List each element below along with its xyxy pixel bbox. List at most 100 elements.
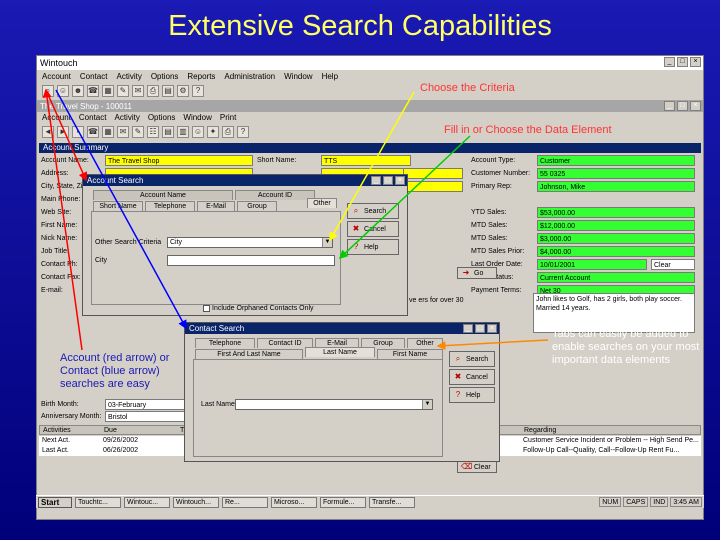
- group-icon[interactable]: ☷: [147, 125, 159, 138]
- tab-telephone[interactable]: Telephone: [195, 338, 255, 348]
- chart-icon[interactable]: ▥: [177, 125, 189, 138]
- taskbar-item[interactable]: Wintouch...: [173, 496, 219, 508]
- account-search-button[interactable]: ⌕ Search: [347, 203, 399, 219]
- phone-field-yellow[interactable]: [403, 168, 463, 179]
- tab-first-name[interactable]: First Name: [377, 349, 443, 359]
- contact-maximize-button[interactable]: □: [475, 324, 485, 333]
- menu-activity[interactable]: Activity: [116, 72, 141, 81]
- child-close-button[interactable]: ×: [690, 101, 701, 111]
- print-icon[interactable]: ⎙: [147, 85, 159, 97]
- last-name-select[interactable]: ▼: [235, 399, 433, 410]
- dialog-close-button[interactable]: ×: [395, 176, 405, 185]
- customer-number-field[interactable]: 55 0325: [537, 168, 695, 179]
- user-icon[interactable]: ☺: [192, 125, 204, 138]
- tab-other[interactable]: Other: [307, 198, 337, 208]
- child-menu-account[interactable]: Account: [42, 113, 71, 122]
- tab-group[interactable]: Group: [237, 201, 277, 211]
- contact-icon[interactable]: ☻: [72, 85, 84, 97]
- report-icon[interactable]: ▤: [162, 125, 174, 138]
- tab-group-account-name[interactable]: Account Name: [93, 190, 233, 200]
- search-icon[interactable]: ⌕: [42, 85, 54, 97]
- taskbar-item[interactable]: Wintouc...: [124, 496, 170, 508]
- child-menu-window[interactable]: Window: [183, 113, 211, 122]
- credit-status-select[interactable]: Current Account: [537, 272, 695, 283]
- clear-date-button[interactable]: Clear: [651, 259, 695, 270]
- contact-help-button[interactable]: ? Help: [449, 387, 495, 403]
- child-menu-print[interactable]: Print: [220, 113, 236, 122]
- account-icon[interactable]: ☺: [57, 85, 69, 97]
- chevron-down-icon[interactable]: ▼: [322, 238, 332, 247]
- tab-telephone[interactable]: Telephone: [145, 201, 195, 211]
- mtd-sales-1-field[interactable]: $12,000.00: [537, 220, 695, 231]
- back-icon[interactable]: ◄: [42, 125, 54, 138]
- tab-other[interactable]: Other: [407, 338, 443, 348]
- menu-account[interactable]: Account: [42, 72, 71, 81]
- taskbar-item[interactable]: Re...: [222, 496, 268, 508]
- calendar-icon[interactable]: ▦: [102, 85, 114, 97]
- taskbar-item[interactable]: Transfe...: [369, 496, 415, 508]
- taskbar-item[interactable]: Formule...: [320, 496, 366, 508]
- mail-icon[interactable]: ✉: [132, 85, 144, 97]
- contact-close-button[interactable]: ×: [487, 324, 497, 333]
- forward-icon[interactable]: ►: [57, 125, 69, 138]
- mtd-sales-prior-field[interactable]: $4,000.00: [537, 246, 695, 257]
- account-name-field[interactable]: The Travel Shop: [105, 155, 253, 166]
- orphaned-checkbox-row[interactable]: Include Orphaned Contacts Only: [203, 305, 314, 312]
- child-menu-contact[interactable]: Contact: [79, 113, 107, 122]
- anniversary-month-select[interactable]: Bristol: [105, 411, 185, 422]
- phone-icon[interactable]: ☎: [87, 85, 99, 97]
- taskbar-item[interactable]: Microso...: [271, 496, 317, 508]
- account-help-button[interactable]: ? Help: [347, 239, 399, 255]
- chevron-down-icon[interactable]: ▼: [422, 400, 432, 409]
- maximize-button[interactable]: □: [677, 57, 688, 67]
- menu-window[interactable]: Window: [284, 72, 312, 81]
- account-cancel-button[interactable]: ✖ Cancel: [347, 221, 399, 237]
- last-order-date-field[interactable]: 10/01/2001: [537, 259, 647, 270]
- primary-rep-select[interactable]: Johnson, Mike: [537, 181, 695, 192]
- print-icon[interactable]: ⎙: [222, 125, 234, 138]
- orphaned-checkbox[interactable]: [203, 305, 210, 312]
- tab-first-and-last-name[interactable]: First And Last Name: [195, 349, 303, 359]
- mtd-sales-2-field[interactable]: $3,000.00: [537, 233, 695, 244]
- mail-icon[interactable]: ✉: [117, 125, 129, 138]
- contact-cancel-button[interactable]: ✖ Cancel: [449, 369, 495, 385]
- menu-contact[interactable]: Contact: [80, 72, 108, 81]
- child-minimize-button[interactable]: _: [664, 101, 675, 111]
- child-maximize-button[interactable]: □: [677, 101, 688, 111]
- short-name-field[interactable]: TTS: [321, 155, 411, 166]
- phone-icon[interactable]: ☎: [87, 125, 99, 138]
- save-icon[interactable]: ▪: [72, 125, 84, 138]
- menu-help[interactable]: Help: [322, 72, 338, 81]
- dialog-maximize-button[interactable]: □: [383, 176, 393, 185]
- report-icon[interactable]: ▤: [162, 85, 174, 97]
- help-icon[interactable]: ?: [192, 85, 204, 97]
- city-input[interactable]: [167, 255, 335, 266]
- help-icon[interactable]: ?: [237, 125, 249, 138]
- note-icon[interactable]: ✎: [117, 85, 129, 97]
- contact-search-button[interactable]: ⌕ Search: [449, 351, 495, 367]
- tab-email[interactable]: E-Mail: [197, 201, 235, 211]
- close-button[interactable]: ×: [690, 57, 701, 67]
- menu-reports[interactable]: Reports: [187, 72, 215, 81]
- taskbar-item[interactable]: Touchtc...: [75, 496, 121, 508]
- account-type-select[interactable]: Customer: [537, 155, 695, 166]
- calendar-icon[interactable]: ▦: [102, 125, 114, 138]
- tab-short-name[interactable]: Short Name: [93, 201, 143, 211]
- child-menu-activity[interactable]: Activity: [114, 113, 139, 122]
- tab-last-name[interactable]: Last Name: [305, 347, 375, 357]
- go-button[interactable]: ➜ Go: [457, 267, 497, 279]
- ytd-sales-field[interactable]: $53,000.00: [537, 207, 695, 218]
- start-button[interactable]: Start: [38, 496, 72, 508]
- star-icon[interactable]: ✦: [207, 125, 219, 138]
- note-icon[interactable]: ✎: [132, 125, 144, 138]
- other-criteria-select[interactable]: City ▼: [167, 237, 333, 248]
- menu-administration[interactable]: Administration: [224, 72, 275, 81]
- notes-textarea[interactable]: John likes to Golf, has 2 girls, both pl…: [533, 293, 695, 333]
- menu-options[interactable]: Options: [151, 72, 179, 81]
- fax-field-yellow[interactable]: [403, 181, 463, 192]
- tab-group-account-id[interactable]: Account ID: [235, 190, 315, 200]
- dialog-minimize-button[interactable]: _: [371, 176, 381, 185]
- minimize-button[interactable]: _: [664, 57, 675, 67]
- contact-minimize-button[interactable]: _: [463, 324, 473, 333]
- birth-month-select[interactable]: 03-February: [105, 399, 185, 410]
